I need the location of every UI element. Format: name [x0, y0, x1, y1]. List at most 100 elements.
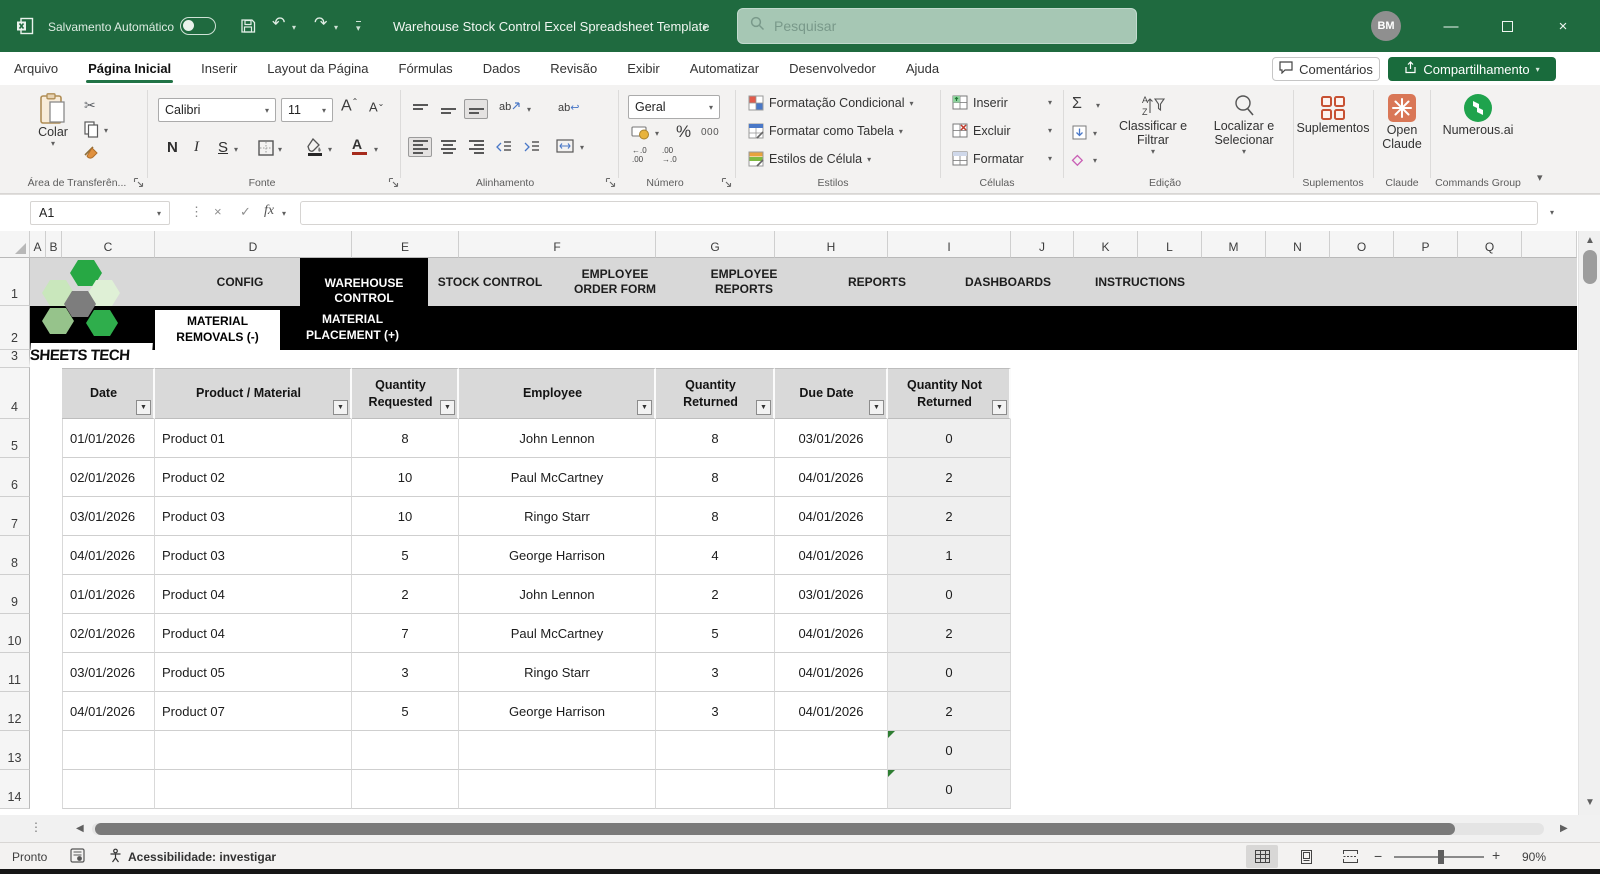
underline-dropdown-icon[interactable]: ▾ — [234, 145, 238, 154]
cell-qty-returned[interactable]: 3 — [656, 692, 775, 731]
nav-tab-config[interactable]: CONFIG — [190, 264, 290, 300]
col-header-l[interactable]: L — [1138, 231, 1202, 258]
cell-due-date[interactable]: 04/01/2026 — [775, 614, 888, 653]
row-header-9[interactable]: 9 — [0, 575, 30, 614]
cell-product[interactable]: Product 04 — [155, 614, 352, 653]
tab-desenvolvedor[interactable]: Desenvolvedor — [787, 55, 878, 82]
clear-icon[interactable]: ◇ — [1072, 151, 1083, 168]
fx-dropdown-icon[interactable]: ▾ — [282, 209, 286, 218]
row-header-7[interactable]: 7 — [0, 497, 30, 536]
formula-bar-handle-icon[interactable]: ⋮ — [190, 204, 203, 220]
italic-button[interactable]: I — [194, 139, 199, 156]
cell-qty-not-returned[interactable]: 2 — [888, 614, 1011, 653]
cell-qty-not-returned[interactable]: 0 — [888, 770, 1011, 809]
cell-due-date[interactable]: 03/01/2026 — [775, 419, 888, 458]
increase-indent-icon[interactable] — [524, 140, 540, 159]
row-header-12[interactable]: 12 — [0, 692, 30, 731]
underline-button[interactable]: S — [218, 139, 228, 156]
cell-employee[interactable]: John Lennon — [459, 575, 656, 614]
cut-icon[interactable]: ✂ — [84, 97, 96, 114]
cell-qty-returned[interactable]: 8 — [656, 458, 775, 497]
zoom-slider-thumb[interactable] — [1438, 850, 1444, 864]
find-select-button[interactable]: Localizar e Selecionar ▾ — [1198, 93, 1290, 156]
row-header-5[interactable]: 5 — [0, 419, 30, 458]
scroll-right-icon[interactable]: ▶ — [1560, 823, 1568, 834]
col-header-p[interactable]: P — [1394, 231, 1458, 258]
decrease-indent-icon[interactable] — [496, 140, 512, 159]
horizontal-scroll-thumb[interactable] — [95, 823, 1455, 835]
fill-down-icon[interactable] — [1072, 125, 1087, 145]
status-accessibility[interactable]: Acessibilidade: investigar — [128, 850, 276, 864]
addins-button[interactable]: Suplementos — [1297, 95, 1369, 135]
align-top-button[interactable] — [408, 99, 432, 119]
cell-employee[interactable]: Ringo Starr — [459, 497, 656, 536]
col-header-a[interactable]: A — [30, 231, 46, 258]
cell-employee[interactable]: Paul McCartney — [459, 614, 656, 653]
normal-view-button[interactable] — [1246, 845, 1278, 868]
cell-qty-not-returned[interactable]: 2 — [888, 458, 1011, 497]
cell-date[interactable]: 01/01/2026 — [62, 419, 155, 458]
cell-due-date[interactable]: 04/01/2026 — [775, 458, 888, 497]
filter-button[interactable]: ▼ — [756, 400, 771, 415]
percent-style-button[interactable]: % — [676, 122, 691, 142]
format-as-table-button[interactable]: Formatar como Tabela ▾ — [748, 123, 903, 139]
fill-color-icon[interactable] — [306, 137, 324, 161]
font-dialog-launcher[interactable] — [388, 177, 400, 189]
filter-button[interactable]: ▼ — [992, 400, 1007, 415]
number-dialog-launcher[interactable] — [721, 177, 733, 189]
scroll-down-icon[interactable]: ▼ — [1585, 797, 1595, 808]
cell-date[interactable]: 03/01/2026 — [62, 497, 155, 536]
col-header-m[interactable]: M — [1202, 231, 1266, 258]
tab-ajuda[interactable]: Ajuda — [904, 55, 941, 82]
nav-tab-instructions[interactable]: INSTRUCTIONS — [1085, 264, 1195, 300]
align-left-button[interactable] — [408, 137, 432, 157]
formula-bar-expand-icon[interactable]: ▾ — [1550, 208, 1554, 217]
vertical-scrollbar[interactable]: ▲ ▼ — [1578, 231, 1600, 815]
borders-dropdown-icon[interactable]: ▾ — [278, 145, 282, 154]
autosum-dropdown-icon[interactable]: ▾ — [1096, 101, 1100, 110]
autosum-button[interactable]: Σ — [1072, 95, 1082, 113]
tab-inserir[interactable]: Inserir — [199, 55, 239, 82]
font-color-dropdown-icon[interactable]: ▾ — [374, 145, 378, 154]
cell-styles-button[interactable]: Estilos de Célula ▾ — [748, 151, 871, 167]
shrink-font-button[interactable]: A⌄ — [369, 99, 384, 114]
cell-product[interactable] — [155, 770, 352, 809]
copy-icon[interactable] — [84, 121, 99, 143]
cell-due-date[interactable]: 04/01/2026 — [775, 653, 888, 692]
col-header-partial[interactable] — [1522, 231, 1577, 258]
cell-qty-not-returned[interactable]: 0 — [888, 731, 1011, 770]
close-button[interactable]: × — [1540, 0, 1586, 52]
cell-employee[interactable] — [459, 731, 656, 770]
fill-color-dropdown-icon[interactable]: ▾ — [328, 145, 332, 154]
excel-app-icon[interactable] — [16, 17, 34, 40]
tab-revisao[interactable]: Revisão — [548, 55, 599, 82]
cancel-formula-icon[interactable]: × — [214, 204, 222, 219]
row-header-3[interactable]: 3 — [0, 349, 30, 368]
row-header-4[interactable]: 4 — [0, 368, 30, 419]
cell-product[interactable]: Product 03 — [155, 536, 352, 575]
col-header-d[interactable]: D — [155, 231, 352, 258]
cell-due-date[interactable]: 04/01/2026 — [775, 497, 888, 536]
col-header-k[interactable]: K — [1074, 231, 1138, 258]
save-icon[interactable] — [240, 18, 256, 39]
font-color-icon[interactable]: A — [352, 137, 367, 155]
grow-font-button[interactable]: A⌃ — [341, 97, 358, 115]
redo-icon[interactable]: ↷ — [314, 16, 327, 32]
share-button[interactable]: Compartilhamento ▾ — [1388, 57, 1556, 81]
insert-cells-button[interactable]: Inserir ▾ — [952, 95, 1052, 110]
insert-function-button[interactable]: fx — [264, 203, 274, 219]
clear-dropdown-icon[interactable]: ▾ — [1093, 156, 1097, 165]
scroll-up-icon[interactable]: ▲ — [1585, 235, 1595, 246]
tab-arquivo[interactable]: Arquivo — [12, 55, 60, 82]
name-box[interactable]: A1 ▾ — [30, 201, 170, 225]
col-header-e[interactable]: E — [352, 231, 459, 258]
cell-date[interactable] — [62, 731, 155, 770]
align-center-button[interactable] — [436, 137, 460, 157]
cell-product[interactable]: Product 05 — [155, 653, 352, 692]
wrap-text-icon[interactable]: ab↩ — [558, 101, 579, 114]
delete-cells-button[interactable]: Excluir ▾ — [952, 123, 1052, 138]
cell-due-date[interactable]: 04/01/2026 — [775, 692, 888, 731]
col-header-b[interactable]: B — [46, 231, 62, 258]
filter-button[interactable]: ▼ — [637, 400, 652, 415]
cell-qty-returned[interactable]: 8 — [656, 497, 775, 536]
